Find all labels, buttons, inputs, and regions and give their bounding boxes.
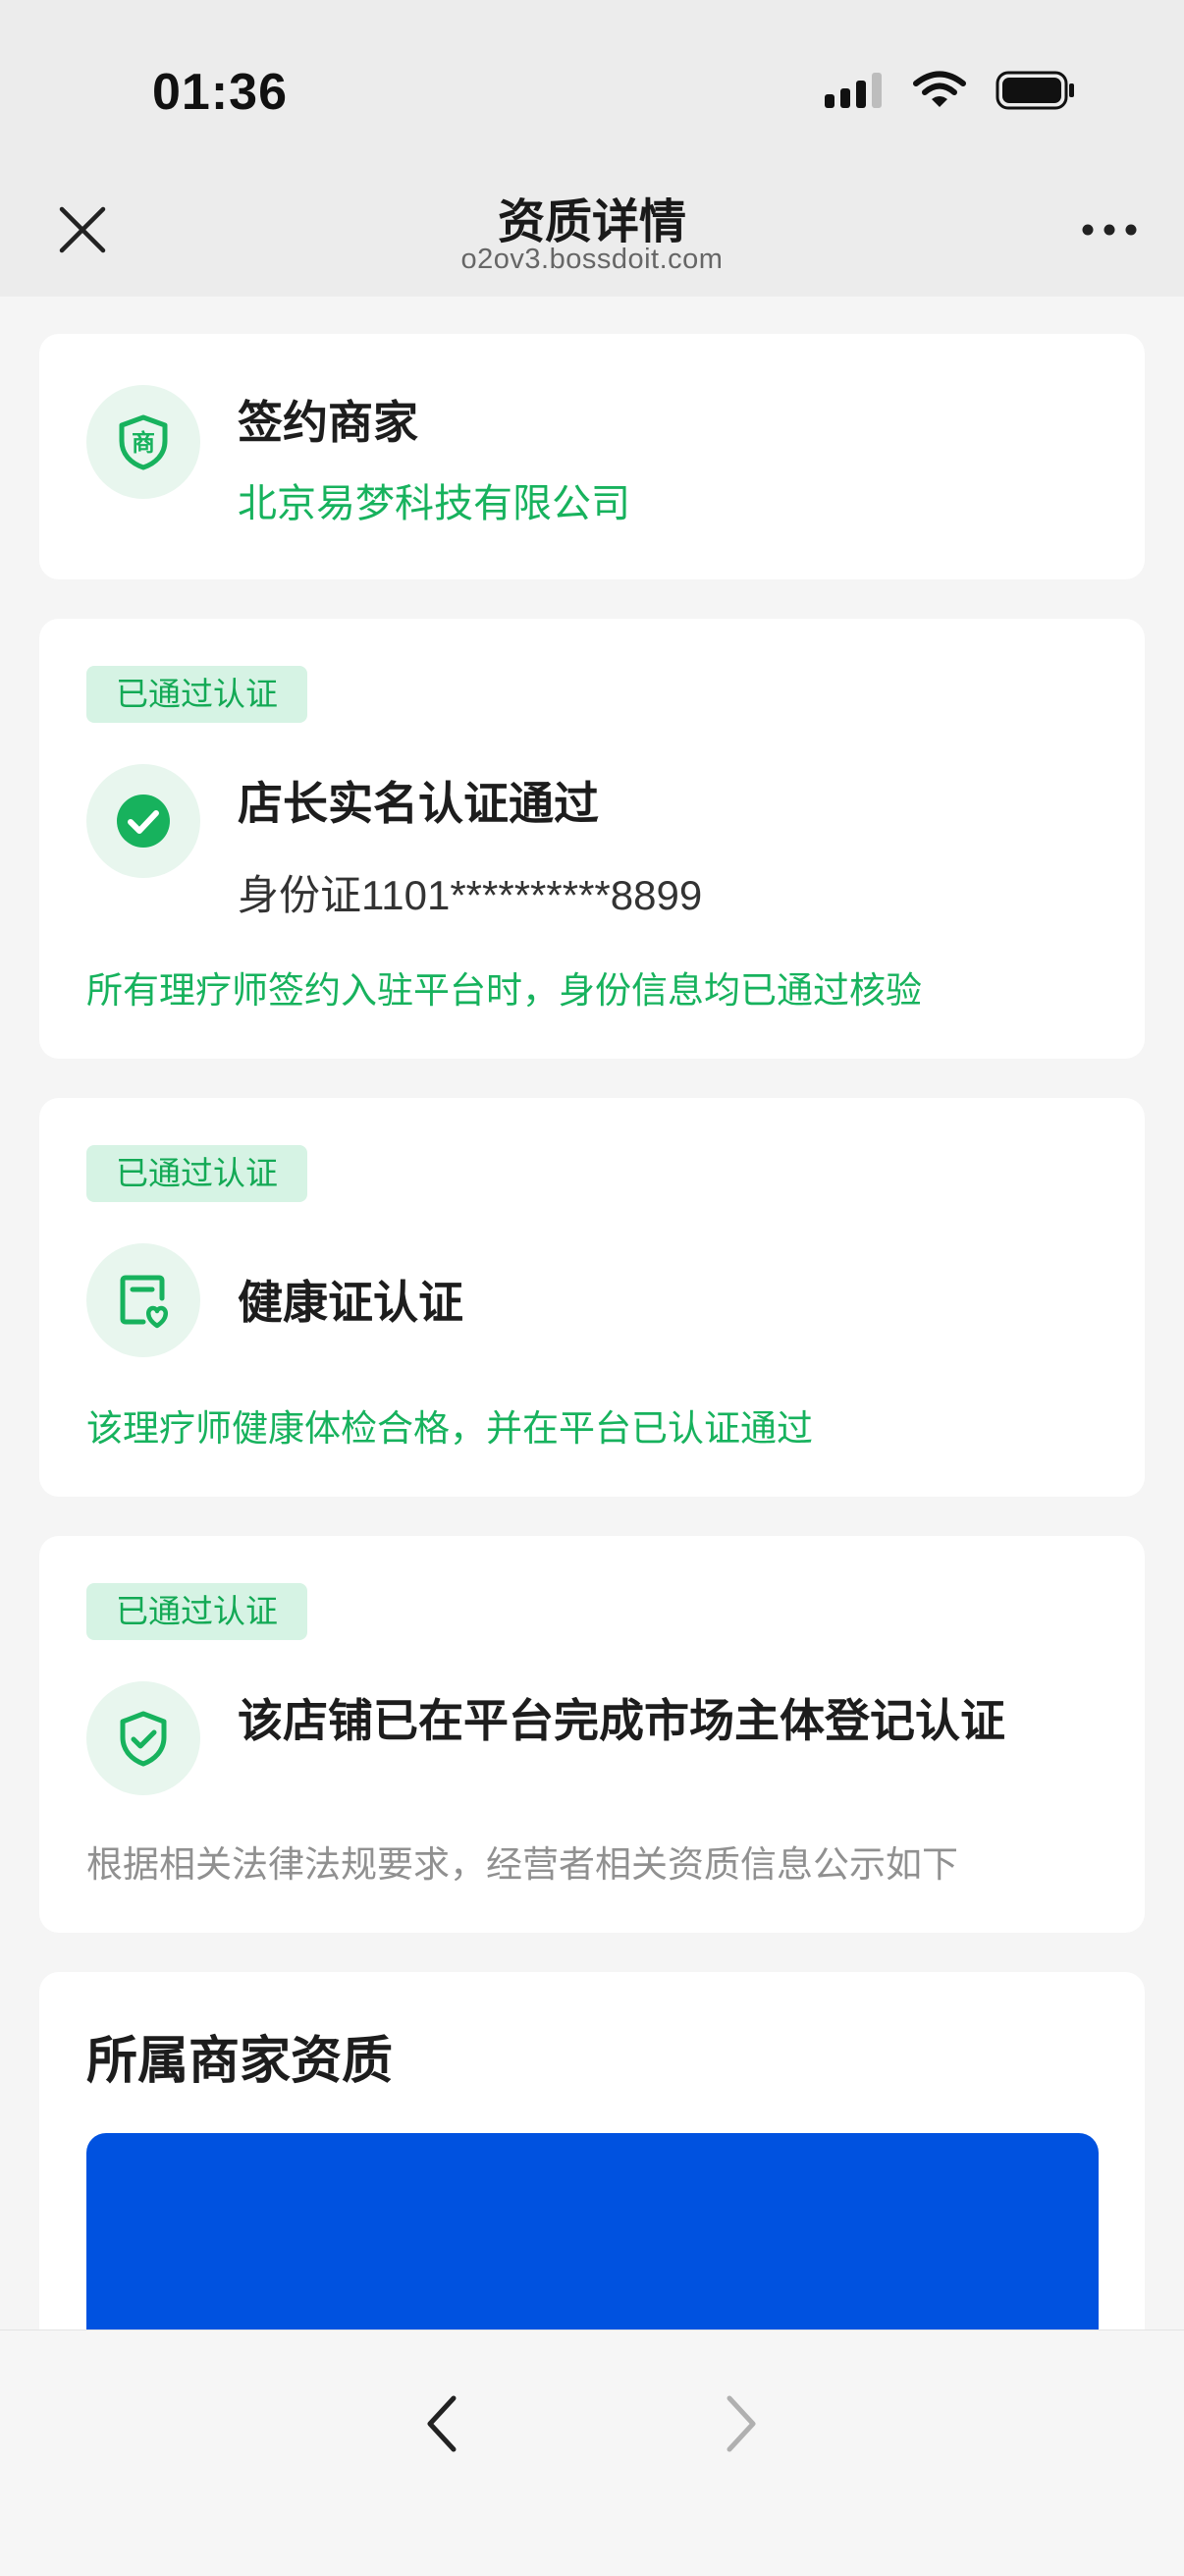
more-dots-icon xyxy=(1082,224,1137,236)
more-button[interactable] xyxy=(1074,194,1145,265)
status-time: 01:36 xyxy=(152,64,288,121)
registration-card-title: 该店铺已在平台完成市场主体登记认证 xyxy=(238,1695,1005,1746)
verified-badge: 已通过认证 xyxy=(86,1145,307,1202)
signal-icon xyxy=(825,73,882,108)
battery-icon xyxy=(996,71,1074,110)
svg-text:商: 商 xyxy=(132,429,155,457)
health-certificate-card: 已通过认证 健康证认证 该理疗师健康体检合格，并在平台已认证通过 xyxy=(39,1098,1145,1497)
merchant-icon-wrap: 商 xyxy=(86,385,200,499)
verified-badge: 已通过认证 xyxy=(86,666,307,723)
merchant-shield-icon: 商 xyxy=(119,414,168,470)
registration-icon-wrap xyxy=(86,1681,200,1795)
status-bar: 01:36 xyxy=(0,0,1184,177)
merchant-name: 北京易梦科技有限公司 xyxy=(238,482,630,525)
status-icons xyxy=(825,71,1076,110)
id-number-text: 身份证1101**********8899 xyxy=(238,872,703,918)
health-icon-wrap xyxy=(86,1243,200,1357)
shield-check-icon xyxy=(120,1711,167,1767)
back-button[interactable] xyxy=(403,2370,481,2478)
nav-header: 资质详情 o2ov3.bossdoit.com xyxy=(0,177,1184,297)
identity-icon-wrap xyxy=(86,764,200,878)
health-card-title: 健康证认证 xyxy=(238,1277,463,1328)
page-title: 资质详情 xyxy=(497,196,686,248)
check-circle-icon xyxy=(117,795,170,848)
page-url: o2ov3.bossdoit.com xyxy=(460,244,724,275)
bottom-toolbar xyxy=(0,2329,1184,2576)
wifi-icon xyxy=(913,71,966,107)
identity-card-title: 店长实名认证通过 xyxy=(238,778,599,829)
health-certificate-icon xyxy=(120,1275,168,1329)
section-title: 所属商家资质 xyxy=(86,2033,394,2090)
chevron-right-icon xyxy=(727,2395,756,2452)
verified-badge: 已通过认证 xyxy=(86,1583,307,1640)
business-registration-card: 已通过认证 该店铺已在平台完成市场主体登记认证 根据相关法律法规要求，经营者相关… xyxy=(39,1536,1145,1933)
identity-note: 所有理疗师签约入驻平台时，身份信息均已通过核验 xyxy=(86,970,922,1011)
chevron-left-icon xyxy=(427,2395,457,2452)
forward-button[interactable] xyxy=(702,2370,780,2478)
registration-note: 根据相关法律法规要求，经营者相关资质信息公示如下 xyxy=(86,1844,958,1885)
merchant-card-title: 签约商家 xyxy=(238,397,418,448)
health-note: 该理疗师健康体检合格，并在平台已认证通过 xyxy=(86,1408,813,1449)
merchant-card: 商 签约商家 北京易梦科技有限公司 xyxy=(39,334,1145,579)
identity-verification-card: 已通过认证 店长实名认证通过 身份证1101**********8899 所有理… xyxy=(39,619,1145,1059)
